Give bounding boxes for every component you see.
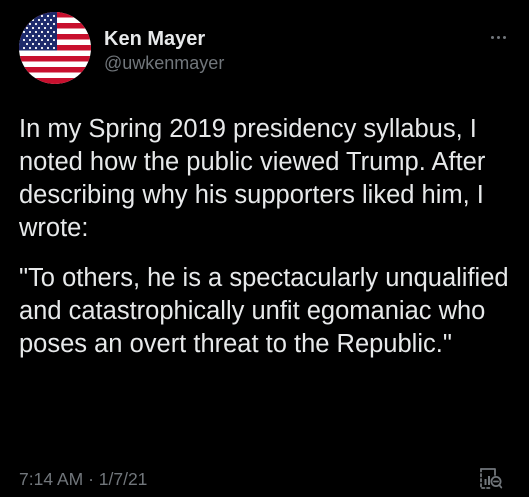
tweet-paragraph: "To others, he is a spectacularly unqual… — [19, 264, 509, 358]
more-dots-icon — [490, 35, 494, 39]
tweet-text: In my Spring 2019 presidency syllabus, I… — [19, 113, 519, 361]
tweet-paragraph: In my Spring 2019 presidency syllabus, I… — [19, 115, 486, 242]
avatar[interactable] — [19, 12, 91, 84]
more-dots-icon — [502, 35, 506, 39]
tweet-card: Ken Mayer @uwkenmayer In my Spring 2019 … — [0, 0, 529, 497]
analytics-button[interactable] — [477, 466, 503, 492]
author-name[interactable]: Ken Mayer — [104, 27, 205, 51]
tweet-timestamp[interactable]: 7:14 AM · 1/7/21 — [19, 468, 147, 490]
analytics-icon — [480, 468, 503, 489]
us-flag-icon — [19, 12, 91, 84]
author-handle[interactable]: @uwkenmayer — [104, 52, 224, 74]
more-dots-icon — [496, 35, 500, 39]
more-options-button[interactable] — [484, 30, 512, 44]
